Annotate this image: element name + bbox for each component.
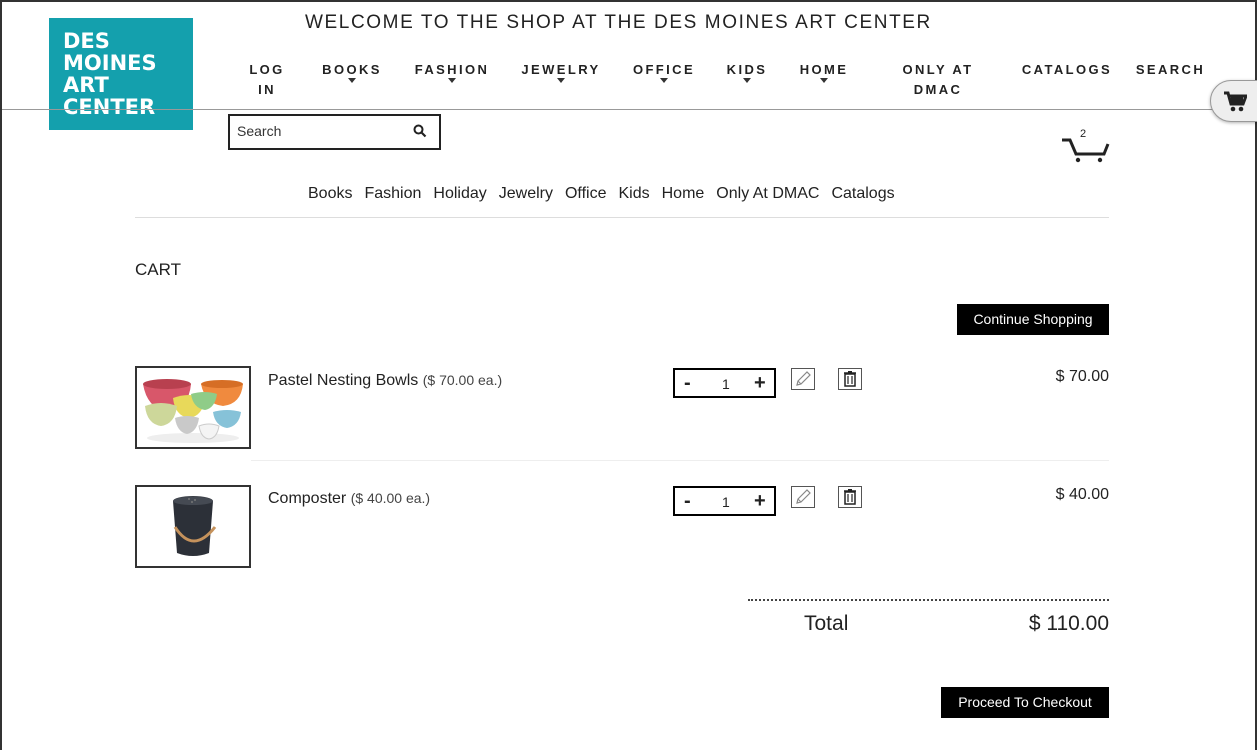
composter-image	[173, 496, 217, 556]
qty-increase-button[interactable]: +	[754, 488, 766, 514]
nav-label: DMAC	[913, 82, 963, 97]
delete-item-button[interactable]	[838, 368, 862, 390]
floating-cart-button[interactable]	[1210, 80, 1257, 122]
subnav-home[interactable]: Home	[662, 185, 705, 202]
sub-nav: Books Fashion Holiday Jewelry Office Kids Home…	[308, 185, 907, 203]
nav-label: LOG	[249, 62, 285, 77]
dmac-logo[interactable]: DES MOINES ART CENTER	[49, 18, 193, 130]
nav-fashion[interactable]: FASHION	[412, 60, 492, 83]
product-image-composter[interactable]	[135, 485, 251, 568]
nav-label: ONLY AT	[902, 62, 974, 77]
nav-label: HOME	[799, 62, 849, 77]
edit-item-button[interactable]	[791, 486, 815, 508]
qty-decrease-button[interactable]: -	[684, 370, 691, 396]
logo-line: CENTER	[63, 95, 156, 119]
nav-label: JEWELRY	[521, 62, 601, 77]
total-divider	[748, 599, 1109, 601]
total-value: $ 110.00	[1028, 612, 1109, 635]
item-title: Composter	[268, 490, 347, 507]
pencil-icon	[796, 489, 811, 504]
cart-count-badge: 2	[1080, 128, 1087, 140]
product-image-bowls[interactable]	[135, 366, 251, 449]
nav-catalogs[interactable]: CATALOGS	[1018, 60, 1116, 80]
total-label: Total	[804, 612, 849, 635]
search-input[interactable]	[237, 123, 407, 139]
cart-item-name[interactable]: Composter ($ 40.00 ea.)	[268, 490, 430, 508]
page-title: CART	[135, 260, 181, 279]
cart-item-name[interactable]: Pastel Nesting Bowls ($ 70.00 ea.)	[268, 372, 502, 390]
logo-line: ART	[63, 73, 109, 97]
nav-home[interactable]: HOME	[797, 60, 851, 83]
nav-login[interactable]: LOG IN	[247, 60, 287, 100]
qty-decrease-button[interactable]: -	[684, 488, 691, 514]
subnav-office[interactable]: Office	[565, 185, 607, 202]
quantity-stepper: - 1 +	[673, 486, 776, 516]
search-box	[228, 114, 441, 150]
subnav-fashion[interactable]: Fashion	[364, 185, 421, 202]
subnav-catalogs[interactable]: Catalogs	[831, 185, 894, 202]
item-line-total: $ 40.00	[1055, 486, 1109, 503]
logo-line: DES	[63, 29, 110, 53]
trash-icon	[844, 489, 856, 505]
nesting-bowls-image	[143, 379, 243, 443]
header-divider	[2, 109, 1214, 110]
nav-label: KIDS	[726, 62, 768, 77]
nav-jewelry[interactable]: JEWELRY	[519, 60, 603, 83]
item-line-total: $ 70.00	[1055, 368, 1109, 385]
nav-books[interactable]: BOOKS	[320, 60, 384, 83]
nav-only-at-dmac[interactable]: ONLY AT DMAC	[898, 60, 978, 100]
nav-label: OFFICE	[632, 62, 696, 77]
qty-value[interactable]: 1	[722, 376, 730, 392]
row-divider	[251, 460, 1109, 461]
subnav-divider	[135, 217, 1109, 218]
item-title: Pastel Nesting Bowls	[268, 372, 419, 389]
trash-icon	[844, 371, 856, 387]
edit-item-button[interactable]	[791, 368, 815, 390]
nav-label: IN	[258, 82, 276, 97]
subnav-jewelry[interactable]: Jewelry	[499, 185, 553, 202]
nav-label: CATALOGS	[1021, 62, 1113, 77]
subnav-books[interactable]: Books	[308, 185, 352, 202]
cart-icon	[1224, 91, 1247, 112]
pencil-icon	[796, 371, 811, 386]
qty-increase-button[interactable]: +	[754, 370, 766, 396]
welcome-banner: WELCOME TO THE SHOP AT THE DES MOINES AR…	[305, 12, 932, 33]
delete-item-button[interactable]	[838, 486, 862, 508]
subnav-holiday[interactable]: Holiday	[433, 185, 486, 202]
search-icon[interactable]	[413, 124, 427, 138]
quantity-stepper: - 1 +	[673, 368, 776, 398]
nav-kids[interactable]: KIDS	[724, 60, 770, 83]
nav-office[interactable]: OFFICE	[631, 60, 697, 83]
subnav-kids[interactable]: Kids	[618, 185, 649, 202]
nav-label: FASHION	[414, 62, 490, 77]
logo-line: MOINES	[63, 51, 157, 75]
nav-search[interactable]: SEARCH	[1133, 60, 1208, 80]
subnav-only-at-dmac[interactable]: Only At DMAC	[716, 185, 819, 202]
nav-label: BOOKS	[322, 62, 382, 77]
continue-shopping-button[interactable]: Continue Shopping	[957, 304, 1109, 335]
item-unit-price: ($ 40.00 ea.)	[350, 490, 431, 506]
proceed-to-checkout-button[interactable]: Proceed To Checkout	[941, 687, 1109, 718]
item-unit-price: ($ 70.00 ea.)	[422, 372, 503, 388]
qty-value[interactable]: 1	[722, 494, 730, 510]
nav-label: SEARCH	[1135, 62, 1206, 77]
